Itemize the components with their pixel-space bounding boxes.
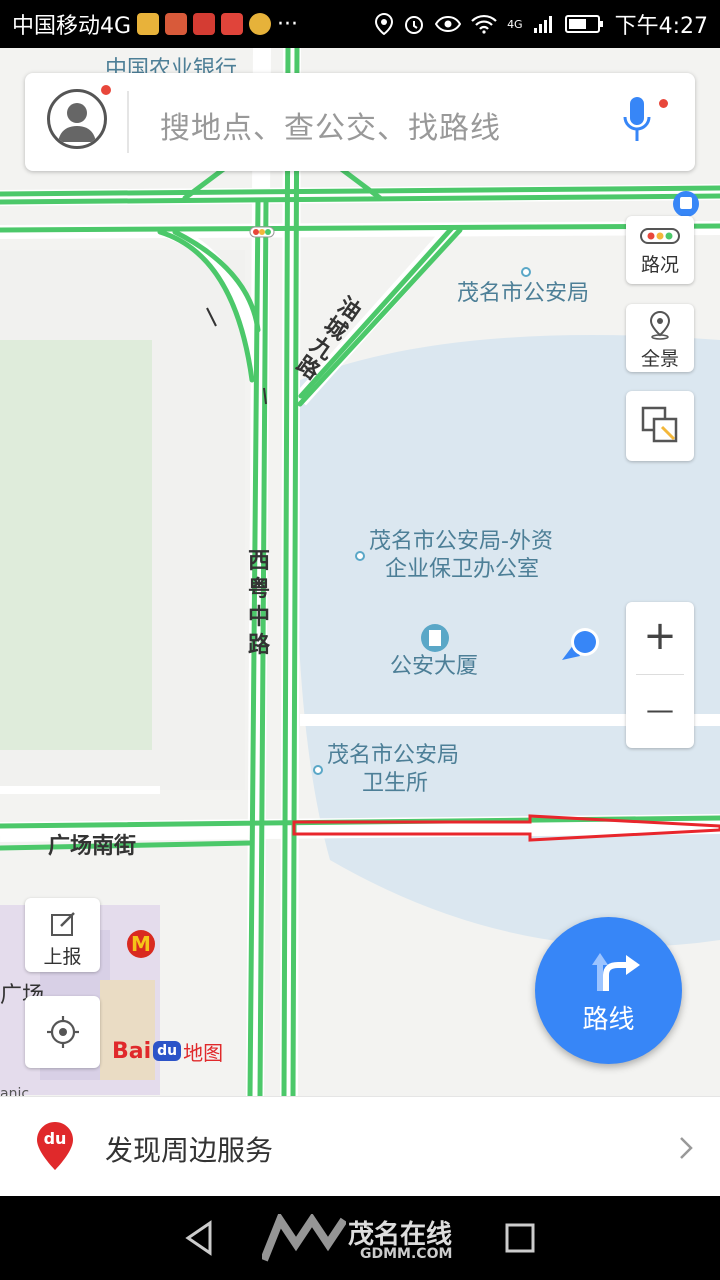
panorama-icon (649, 310, 671, 340)
locate-button[interactable] (25, 996, 100, 1068)
microphone-icon[interactable] (621, 95, 653, 147)
traffic-button[interactable]: 路况 (626, 216, 694, 284)
mcdonalds-icon[interactable]: M (127, 930, 155, 958)
route-arrow-icon (592, 953, 640, 991)
mall-label: anic (0, 1086, 30, 1096)
search-divider (127, 91, 129, 153)
network-type: 4G (507, 17, 523, 31)
edit-icon (50, 912, 75, 936)
clinic-label-line2[interactable]: 卫生所 (362, 770, 428, 798)
nearby-services-text: 发现周边服务 (105, 1134, 274, 1167)
signal-icon (533, 16, 552, 33)
city-block (0, 250, 245, 790)
zoom-control: + — (626, 602, 694, 748)
road-label-guangchang: 广场南街 (48, 834, 137, 859)
nearby-services-panel[interactable]: du 发现周边服务 (0, 1096, 720, 1197)
battery-icon (564, 15, 603, 33)
poi-dot[interactable] (355, 551, 365, 561)
foreign-office-label-line2[interactable]: 企业保卫办公室 (385, 556, 539, 584)
location-icon (375, 13, 394, 35)
zoom-in-button[interactable]: + (626, 602, 694, 674)
baidu-map-logo: Bai du 地图 (112, 1036, 223, 1066)
panorama-label: 全景 (640, 348, 679, 370)
browser-app-icon (165, 13, 188, 35)
baidu-logo-text: Bai (112, 1038, 152, 1064)
user-avatar-icon (58, 103, 96, 142)
watermark-url: GDMM.COM (360, 1246, 453, 1262)
weibo-notification-icon (249, 13, 272, 35)
baidu-pin-text: du (43, 1129, 67, 1148)
zoom-out-button[interactable]: — (626, 676, 694, 748)
search-bar[interactable]: 搜地点、查公交、找路线 (25, 73, 695, 171)
route-button[interactable]: 路线 (535, 917, 682, 1064)
status-bar: 中国移动4G ··· 4G 下午4:27 (0, 0, 720, 48)
recents-icon[interactable] (505, 1223, 535, 1253)
baidu-logo-paw: du (153, 1041, 182, 1061)
route-label: 路线 (582, 1005, 635, 1035)
police-bureau-label[interactable]: 茂名市公安局 (457, 280, 589, 308)
watermark: 茂名在线 GDMM.COM (262, 1210, 472, 1266)
eye-icon (435, 15, 462, 33)
chevron-right-icon[interactable] (678, 1135, 694, 1161)
layers-icon (641, 406, 678, 443)
poi-dot[interactable] (521, 267, 531, 277)
report-label: 上报 (43, 946, 82, 968)
status-bar-right: 4G 下午4:27 (375, 8, 708, 40)
foreign-office-label-line1[interactable]: 茂名市公安局-外资 (369, 528, 553, 556)
search-input[interactable]: 搜地点、查公交、找路线 (160, 103, 501, 147)
clock: 下午4:27 (614, 14, 708, 39)
toutiao-app-icon (193, 13, 216, 35)
status-bar-left: 中国移动4G ··· (12, 8, 298, 40)
layers-button[interactable] (626, 391, 694, 461)
baidu-logo-map: 地图 (183, 1040, 224, 1065)
baidu-pin-icon: du (36, 1121, 74, 1171)
locate-icon (46, 1016, 79, 1048)
watermark-logo (262, 1214, 346, 1262)
alarm-icon (405, 16, 424, 34)
poi-dot[interactable] (313, 765, 323, 775)
mic-notification-dot (659, 99, 668, 108)
public-security-building-label[interactable]: 公安大厦 (390, 653, 478, 681)
avatar-notification-dot (101, 85, 111, 95)
back-icon[interactable] (182, 1220, 216, 1256)
road-label-xiyue: 西粤中路 (248, 549, 271, 658)
zoom-divider (636, 674, 684, 675)
traffic-light-icon (640, 228, 680, 244)
more-notifications: ··· (277, 11, 299, 37)
weibo-app-icon (137, 13, 160, 35)
avatar[interactable] (47, 89, 107, 149)
clinic-label-line1[interactable]: 茂名市公安局 (327, 742, 459, 770)
traffic-label: 路况 (640, 254, 679, 276)
carrier-label: 中国移动4G (12, 14, 132, 39)
panorama-button[interactable]: 全景 (626, 304, 694, 372)
map-app-icon (221, 13, 244, 35)
navigation-bar: 茂名在线 GDMM.COM (0, 1196, 720, 1280)
report-button[interactable]: 上报 (25, 898, 100, 972)
wifi-icon (471, 14, 497, 34)
